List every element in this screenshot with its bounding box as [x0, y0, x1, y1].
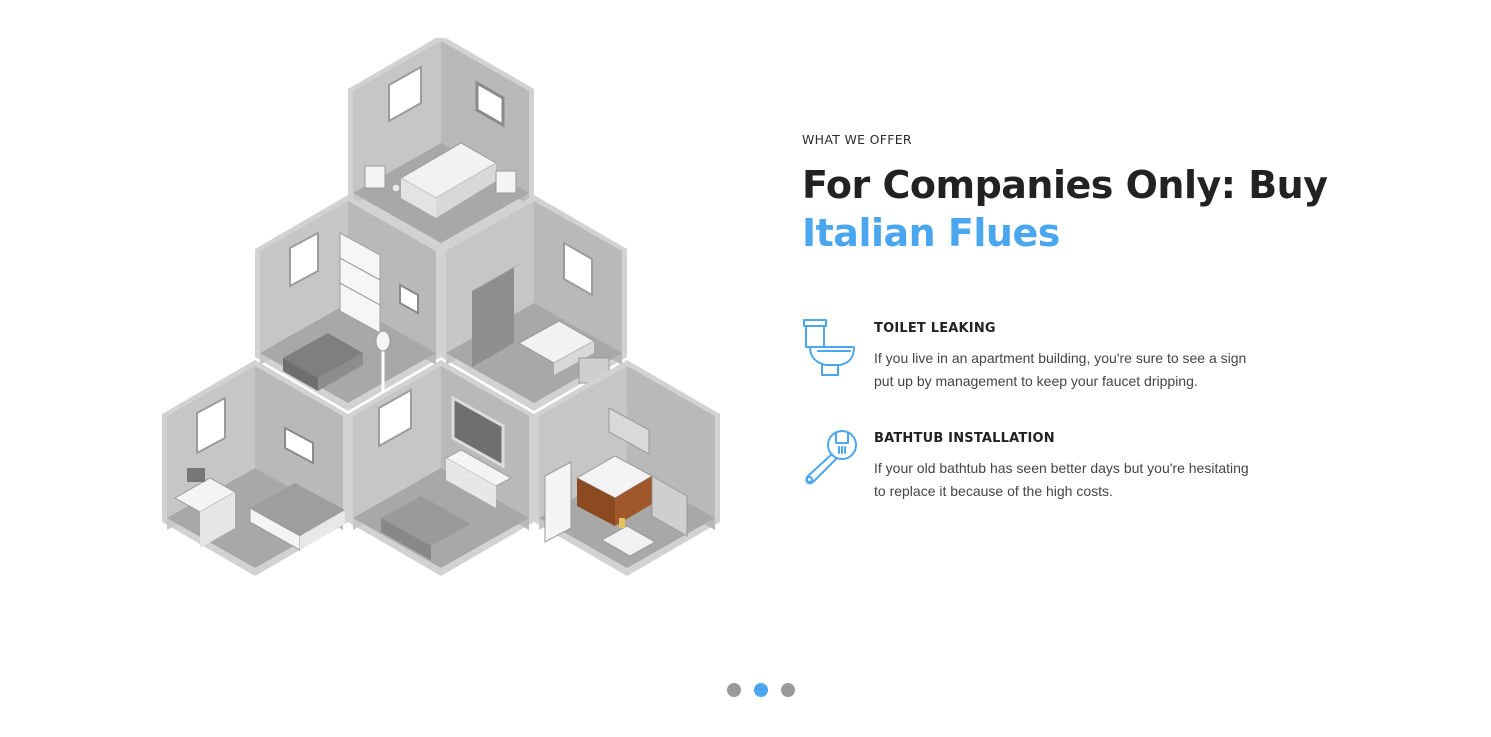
- section-heading: For Companies Only: Buy Italian Flues: [802, 161, 1402, 257]
- isometric-house-illustration: [158, 35, 728, 583]
- section-eyebrow: WHAT WE OFFER: [802, 132, 912, 147]
- wrench-icon: [802, 429, 862, 489]
- feature-description: If you live in an apartment building, yo…: [874, 350, 1247, 389]
- slider-pagination: [727, 683, 795, 697]
- feature-description: If your old bathtub has seen better days…: [874, 460, 1249, 499]
- heading-line-2-accent: Italian Flues: [802, 211, 1060, 255]
- feature-title: BATHTUB INSTALLATION: [874, 431, 1055, 446]
- heading-line-1: For Companies Only: Buy: [802, 163, 1328, 207]
- slider-dot-2-active[interactable]: [754, 683, 768, 697]
- toilet-icon: [802, 319, 862, 379]
- slider-dot-3[interactable]: [781, 683, 795, 697]
- slider-dot-1[interactable]: [727, 683, 741, 697]
- feature-title: TOILET LEAKING: [874, 321, 996, 336]
- offer-section: WHAT WE OFFER For Companies Only: Buy It…: [802, 133, 1402, 257]
